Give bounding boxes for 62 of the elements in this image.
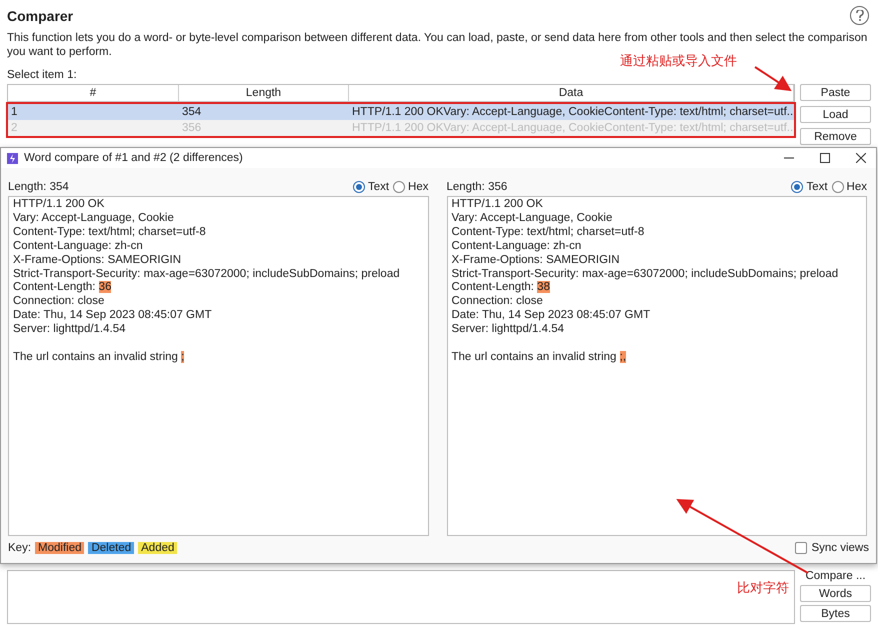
text-line: Strict-Transport-Security: max-age=63072000; includeSubDomains; preload [452, 268, 840, 282]
mode-radio[interactable]: Text [791, 180, 828, 192]
text-line: HTTP/1.1 200 OK [452, 198, 544, 212]
text-line: Date: Thu, 14 Sep 2023 08:45:07 GMT [13, 309, 213, 324]
table-cell-text: HTTP/1.1 200 OKVary: Accept-Language, CookieContent-Type: text/html; charset=utf... [351, 105, 794, 120]
column-header[interactable]: Length [179, 85, 349, 101]
legend-tag: Deleted [88, 542, 134, 554]
text-line: Content-Length: 36 [13, 281, 112, 296]
mode-radio[interactable]: Text [352, 180, 390, 192]
checkbox-icon[interactable] [795, 542, 808, 554]
text-line: Vary: Accept-Language, Cookie [13, 212, 175, 226]
table-cell-text: 1 [10, 105, 18, 120]
text-line: Content-Type: text/html; charset=utf-8 [13, 226, 207, 240]
text-line: X-Frame-Options: SAMEORIGIN [452, 254, 621, 268]
dialog-title: Word compare of #1 and #2 (2 differences) [24, 152, 244, 164]
side-button[interactable]: Remove [800, 128, 871, 145]
text-line: Server: lighttpd/1.4.54 [452, 323, 566, 338]
mode-radio[interactable]: Hex [393, 180, 428, 192]
legend-tag: Added [138, 542, 178, 554]
select-label: Select item 1: [7, 69, 78, 81]
text-view[interactable] [8, 196, 428, 536]
annotation-arrow [754, 66, 792, 92]
compare-label: Compare ... [804, 570, 867, 582]
text-line: Content-Type: text/html; charset=utf-8 [452, 226, 646, 240]
length-label: Length: 356 [446, 180, 508, 192]
table-row[interactable]: 1 354 HTTP/1.1 200 OKVary: Accept-Language, CookieContent-Type: text/html; charset=utf... [8, 104, 794, 120]
close-icon[interactable] [856, 153, 866, 163]
mode-radio[interactable]: Hex [832, 180, 867, 192]
radio-icon[interactable] [791, 180, 804, 192]
text-line: Content-Length: 38 [452, 281, 551, 296]
side-button[interactable]: Load [800, 106, 871, 123]
help-icon[interactable] [850, 6, 869, 25]
radio-icon[interactable] [393, 180, 406, 192]
text-line: Connection: close [13, 295, 106, 310]
compare-button[interactable]: Bytes [800, 605, 871, 622]
text-line: Content-Language: zh-cn [452, 240, 582, 254]
legend-tag: Modified [35, 542, 84, 554]
text-line: Connection: close [452, 295, 544, 310]
text-line: HTTP/1.1 200 OK [13, 198, 106, 212]
text-line: Vary: Accept-Language, Cookie [452, 212, 614, 226]
text-view[interactable] [446, 196, 867, 536]
app-icon [7, 152, 18, 164]
key-label: Key: [8, 542, 32, 554]
maximize-icon[interactable] [820, 153, 830, 163]
column-header[interactable]: Data [349, 85, 794, 101]
radio-icon[interactable] [352, 180, 365, 192]
sync-checkbox[interactable]: Sync views [795, 542, 869, 554]
table-cell-text: 354 [181, 105, 202, 120]
text-line: Date: Thu, 14 Sep 2023 08:45:07 GMT [452, 309, 652, 324]
radio-icon[interactable] [832, 180, 844, 192]
text-line: The url contains an invalid string ; [13, 350, 186, 365]
column-header[interactable]: # [8, 85, 179, 101]
compare-button[interactable]: Words [800, 585, 871, 602]
text-line: The url contains an invalid string ;, [452, 350, 628, 365]
length-label: Length: 354 [8, 180, 70, 192]
text-line: Strict-Transport-Security: max-age=63072000; includeSubDomains; preload [13, 268, 401, 282]
annotation-text: 比对字符 [737, 579, 789, 597]
text-line: Server: lighttpd/1.4.54 [13, 323, 127, 338]
page-title: Comparer [7, 8, 74, 24]
text-line: Content-Language: zh-cn [13, 240, 144, 254]
side-button[interactable]: Paste [800, 84, 871, 101]
text-line: X-Frame-Options: SAMEORIGIN [13, 254, 182, 268]
